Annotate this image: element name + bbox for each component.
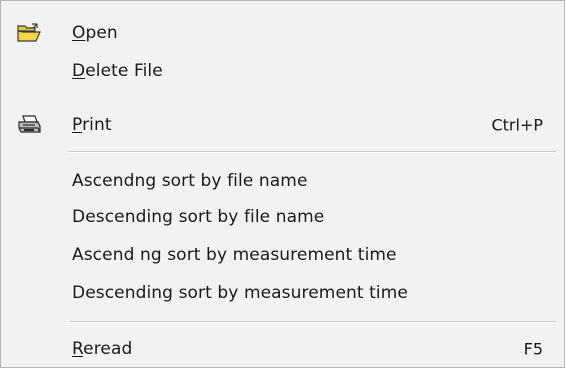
menu-item-label: Open: [72, 23, 118, 43]
menu-item-open[interactable]: Open: [1, 17, 564, 49]
menu-item-label: Ascendng sort by file name: [72, 171, 308, 191]
shortcut-label: F5: [523, 339, 543, 359]
open-folder-icon: [15, 21, 43, 45]
menu-item-sort-asc-file-name[interactable]: Ascendng sort by file name: [1, 165, 564, 197]
menu-item-label: Ascend ng sort by measurement timе: [72, 245, 397, 265]
shortcut-label: Ctrl+P: [491, 115, 543, 135]
menu-item-print[interactable]: Print Ctrl+P: [1, 109, 564, 141]
menu-item-delete-file[interactable]: Delete File: [1, 55, 564, 87]
menu-item-label: Descending sort by file name: [72, 207, 325, 227]
menu-item-sort-desc-measurement-time[interactable]: Descending sort by measurement time: [1, 277, 564, 309]
menu-separator: [69, 151, 556, 153]
menu-item-label: Delete File: [72, 61, 163, 81]
menu-item-label: Reread: [72, 339, 133, 359]
menu-item-sort-desc-file-name[interactable]: Descending sort by file name: [1, 201, 564, 233]
menu-separator: [69, 321, 556, 323]
menu-item-label: Descending sort by measurement time: [72, 283, 408, 303]
menu-item-label: Print: [72, 115, 112, 135]
menu-item-sort-asc-measurement-time[interactable]: Ascend ng sort by measurement timе: [1, 239, 564, 271]
printer-icon: [15, 113, 43, 137]
menu-item-reread[interactable]: Reread F5: [1, 333, 564, 365]
context-menu: Open Delete File Print Ctrl+P Ascendng s…: [0, 0, 565, 368]
